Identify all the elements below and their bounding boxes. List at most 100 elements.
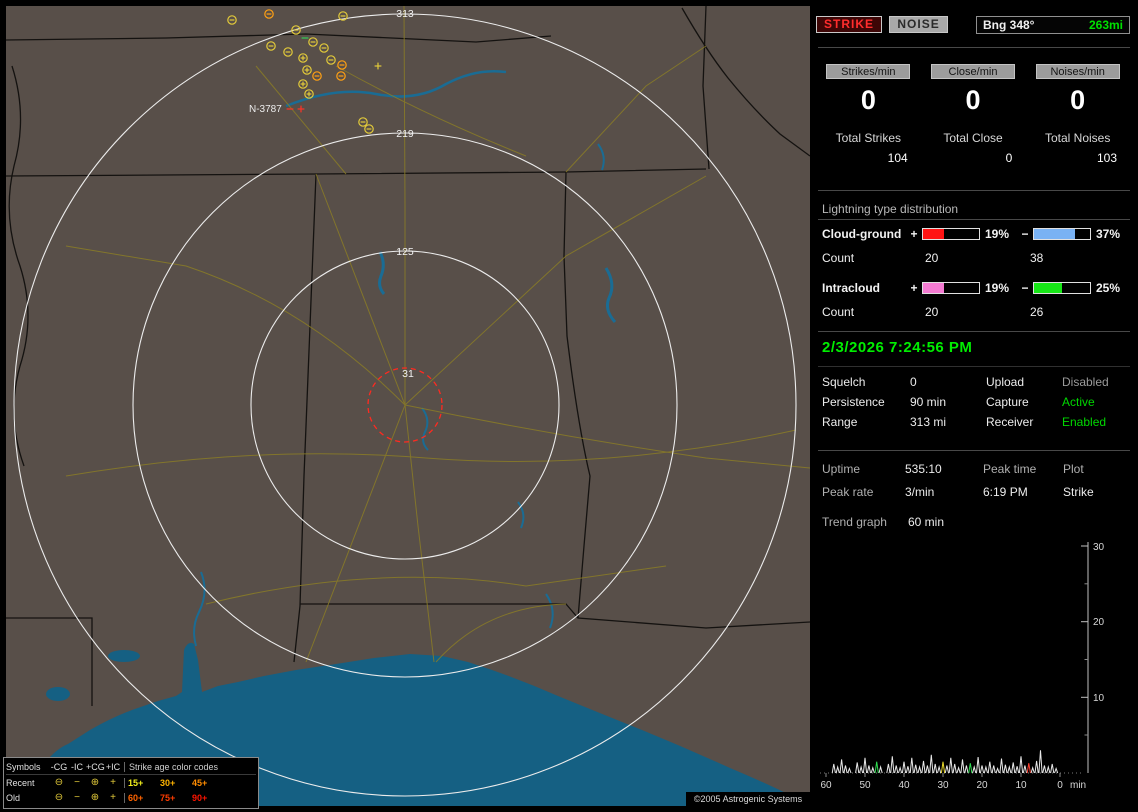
trend-spike <box>944 765 949 774</box>
svg-text:30: 30 <box>1093 542 1105 553</box>
plus-sign: + <box>910 227 918 241</box>
cg-negative-bar <box>1033 228 1091 240</box>
cloud-ground-count-row: Count 20 38 <box>822 251 1043 265</box>
trend-spike <box>913 764 918 774</box>
peak-time-label: Peak time <box>983 462 1037 476</box>
total-close-value: 0 <box>1005 151 1013 165</box>
svg-text:20: 20 <box>976 780 988 791</box>
close-per-min-badge[interactable]: Close/min <box>931 64 1015 79</box>
noises-rate-value: 0 <box>1070 85 1086 115</box>
plus-icon: + <box>110 776 116 788</box>
plus-icon: + <box>110 791 116 803</box>
legend-col-ic-pos: +IC <box>105 761 121 772</box>
trend-spike <box>1054 766 1059 774</box>
trend-spike <box>839 759 844 774</box>
total-noises-label: Total Noises <box>1044 131 1111 145</box>
trend-spike <box>1046 764 1051 774</box>
datetime-display: 2/3/2026 7:24:56 PM <box>822 339 973 356</box>
svg-text:40: 40 <box>898 780 910 791</box>
trend-spike <box>1015 766 1020 774</box>
svg-text:0: 0 <box>1057 780 1063 791</box>
legend-recent-ages: 15+ 30+ 45+ <box>124 777 256 788</box>
divider <box>818 219 1130 220</box>
x-tick-labels: 60 50 40 30 20 10 0 min <box>820 780 1086 791</box>
ic-negative-bar <box>1033 282 1091 294</box>
uptime-label: Uptime <box>822 462 861 476</box>
ring-label-close: 31 <box>402 368 414 380</box>
trend-spike <box>956 765 961 774</box>
svg-text:50: 50 <box>859 780 871 791</box>
range-label: Range <box>822 415 858 429</box>
trend-spike <box>886 763 891 774</box>
strikes-per-min-badge[interactable]: Strikes/min <box>826 64 911 79</box>
bar-fill <box>923 229 945 239</box>
y-tick-labels: 30 20 10 <box>1093 542 1105 704</box>
bearing-value: Bng 348° <box>983 18 1035 32</box>
ic-negative-pct: 25% <box>1096 281 1121 295</box>
copyright-label: ©2005 Astrogenic Systems <box>686 792 810 806</box>
map-canvas[interactable]: 313 219 125 31 N-3787 <box>5 5 811 806</box>
divider <box>818 47 1130 48</box>
trend-spike <box>1030 765 1035 774</box>
ring-label-middle: 219 <box>396 128 414 140</box>
bar-fill <box>923 283 945 293</box>
trend-spike <box>1038 750 1043 774</box>
legend-recent-label: Recent <box>6 777 35 788</box>
trend-spike <box>901 761 907 774</box>
distribution-title: Lightning type distribution <box>822 202 959 216</box>
intracloud-row: Intracloud + 19% − 25% <box>822 281 1130 295</box>
intracloud-count-row: Count 20 26 <box>822 305 1043 319</box>
plot-value: Strike <box>1063 485 1094 499</box>
upload-status: Disabled <box>1062 375 1109 389</box>
circle-minus-icon: ⊖ <box>54 791 64 803</box>
trend-spike <box>952 763 957 774</box>
legend-old-ages: 60+ 75+ 90+ <box>124 792 256 803</box>
squelch-value: 0 <box>910 375 917 389</box>
trend-spike <box>1007 764 1012 774</box>
trend-spike <box>937 764 942 774</box>
age-code: 30+ <box>160 777 176 788</box>
trend-spike <box>1018 756 1024 774</box>
station-label: N-3787 <box>249 104 282 115</box>
strike-indicator[interactable]: STRIKE <box>816 16 883 33</box>
capture-status: Active <box>1062 395 1095 409</box>
legend-col-ic-neg: -IC <box>71 761 83 772</box>
trend-spike <box>983 764 988 774</box>
totals-values-row: 104 0 103 <box>816 151 1130 165</box>
trend-graph: 30 20 10 60 50 40 30 20 10 0 min <box>820 542 1105 791</box>
divider <box>818 190 1130 191</box>
total-strikes-label: Total Strikes <box>835 131 902 145</box>
legend-header-row: Symbols -CG -IC +CG +IC Strike age color… <box>6 759 256 775</box>
settings-row: Persistence 90 min Capture Active <box>822 395 1130 409</box>
svg-text:10: 10 <box>1015 780 1027 791</box>
trend-spike <box>835 764 840 774</box>
upload-label: Upload <box>986 375 1025 389</box>
divider <box>818 450 1130 451</box>
noises-per-min-badge[interactable]: Noises/min <box>1035 64 1120 79</box>
trend-header: Trend graph 60 min <box>822 515 1130 529</box>
minus-sign: − <box>1021 227 1029 241</box>
trend-spike <box>991 765 996 774</box>
uptime-value: 535:10 <box>905 462 942 476</box>
legend-col-cg-pos: +CG <box>86 761 105 772</box>
trend-spike <box>855 762 860 774</box>
noise-indicator[interactable]: NOISE <box>889 16 948 33</box>
trend-spike <box>979 765 985 774</box>
cg-positive-pct: 19% <box>985 227 1010 241</box>
trend-graph-label: Trend graph <box>822 515 887 529</box>
ic-negative-count: 26 <box>1030 305 1044 319</box>
circle-plus-icon: ⊕ <box>90 791 100 803</box>
map-area: 313 219 125 31 N-3787 <box>5 5 811 806</box>
bar-fill <box>1034 229 1076 239</box>
divider <box>818 331 1130 332</box>
trend-spike <box>999 758 1004 774</box>
plus-sign: + <box>910 281 918 295</box>
map-legend: Symbols -CG -IC +CG +IC Strike age color… <box>3 757 259 809</box>
y-minor-ticks <box>1084 583 1088 736</box>
trend-spike <box>1022 765 1027 774</box>
trend-spike <box>968 763 973 774</box>
minus-icon: − <box>74 776 80 788</box>
trend-spike <box>894 765 899 774</box>
age-code: 90+ <box>192 792 208 803</box>
trend-spike <box>921 760 926 774</box>
